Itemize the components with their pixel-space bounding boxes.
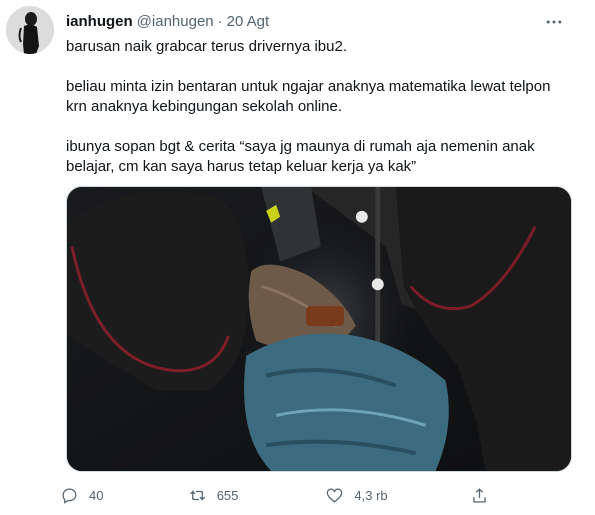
retweet-button[interactable]: 655 (188, 486, 326, 505)
like-count: 4,3 rb (354, 487, 388, 503)
tweet-actions: 40 655 4,3 rb (60, 482, 500, 508)
avatar-image (6, 6, 54, 54)
more-horizontal-icon (546, 20, 562, 24)
share-icon (473, 487, 486, 502)
share-button[interactable] (470, 486, 500, 505)
tweet: ianhugen @ianhugen · 20 Agt barusan naik… (0, 0, 595, 515)
retweet-count: 655 (216, 487, 239, 503)
tweet-date[interactable]: 20 Agt (227, 13, 270, 30)
photo-car-interior (67, 187, 571, 471)
reply-icon (62, 488, 77, 504)
tweet-paragraph: beliau minta izin bentaran untuk ngajar … (66, 78, 551, 115)
author-name[interactable]: ianhugen (66, 13, 133, 30)
separator-dot: · (217, 12, 223, 30)
reply-button[interactable]: 40 (60, 486, 188, 505)
avatar[interactable] (6, 6, 54, 54)
tweet-text: barusan naik grabcar terus drivernya ibu… (66, 37, 566, 177)
tweet-paragraph: barusan naik grabcar terus drivernya ibu… (66, 38, 347, 55)
reply-count: 40 (89, 487, 104, 503)
heart-icon (327, 488, 343, 503)
author-handle[interactable]: @ianhugen (137, 13, 214, 30)
tweet-header: ianhugen @ianhugen · 20 Agt (66, 10, 269, 32)
retweet-icon (189, 489, 205, 501)
more-options-button[interactable] (540, 10, 568, 34)
tweet-photo[interactable] (66, 186, 572, 472)
tweet-paragraph: ibunya sopan bgt & cerita “saya jg mauny… (66, 138, 535, 175)
like-button[interactable]: 4,3 rb (325, 486, 470, 505)
